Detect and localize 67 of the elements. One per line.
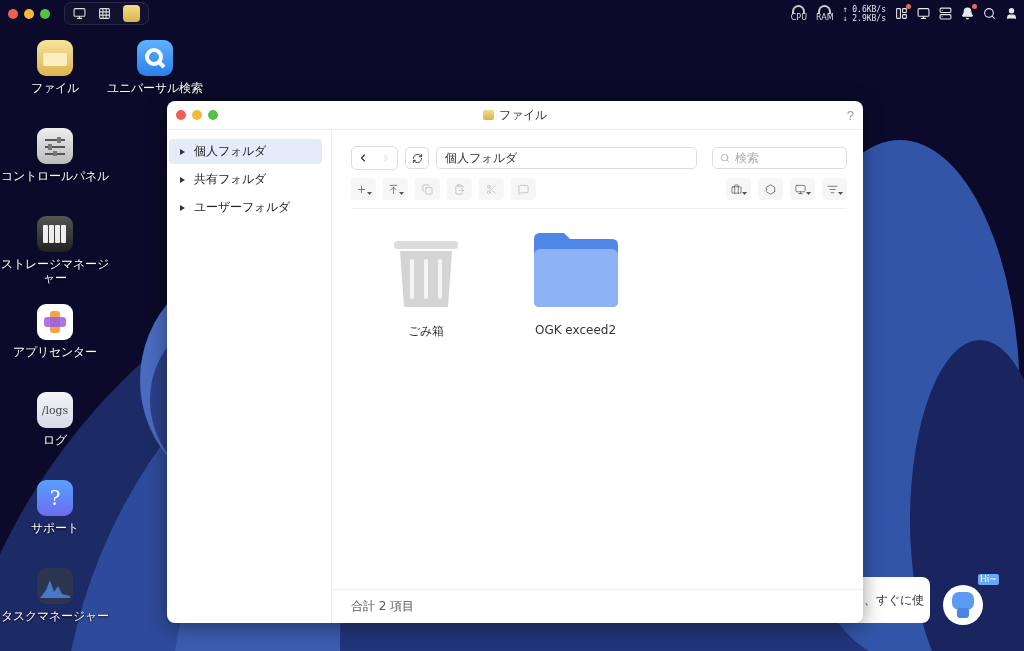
gauge-icon[interactable]	[818, 5, 832, 14]
monitor-icon[interactable]	[917, 7, 930, 20]
storage-app-icon[interactable]	[37, 216, 73, 252]
bell-icon[interactable]	[961, 7, 974, 20]
settings-button[interactable]	[758, 178, 783, 200]
app-label: アプリセンター	[12, 345, 98, 359]
caret-icon	[837, 192, 843, 195]
logs-app-icon[interactable]: /logs	[37, 392, 73, 428]
refresh-button[interactable]	[405, 147, 429, 169]
gauge-label: RAM	[816, 14, 834, 22]
desktop-icon[interactable]	[73, 7, 86, 20]
app-label: タスクマネージャー	[0, 609, 110, 623]
plus-icon	[355, 183, 367, 195]
window-title: ファイル	[499, 106, 547, 124]
briefcase-icon	[730, 183, 742, 195]
expand-icon[interactable]	[180, 176, 185, 183]
item-count: 合計 2 項目	[351, 598, 415, 615]
panel-icon[interactable]	[895, 7, 908, 20]
new-button[interactable]	[351, 178, 376, 200]
app-grid-icon[interactable]	[98, 7, 111, 20]
settings-icon	[765, 183, 776, 195]
caret-icon	[366, 192, 372, 195]
app-label: ユニバーサル検索	[106, 81, 204, 95]
search-icon[interactable]	[983, 7, 996, 20]
apps-app-icon[interactable]	[37, 304, 73, 340]
tasks-app-icon[interactable]	[37, 568, 73, 604]
window-controls[interactable]	[8, 8, 50, 19]
app-label: ストレージマネージャー	[0, 257, 110, 285]
upload-icon	[387, 183, 399, 195]
greeting-badge: Hi~	[978, 574, 999, 585]
server-icon[interactable]	[939, 7, 952, 20]
upload-button[interactable]	[383, 178, 408, 200]
view-button[interactable]	[790, 178, 815, 200]
briefcase-button[interactable]	[726, 178, 751, 200]
sort-icon	[826, 183, 838, 195]
sidebar-item[interactable]: 個人フォルダ	[169, 139, 322, 164]
refresh-icon	[411, 152, 423, 164]
scissors-icon	[486, 183, 497, 195]
caret-icon	[398, 192, 404, 195]
expand-icon[interactable]	[180, 204, 185, 211]
app-label: ログ	[42, 433, 68, 447]
caret-icon	[805, 192, 811, 195]
message-icon	[518, 183, 529, 195]
paste-icon	[454, 183, 465, 195]
app-label: サポート	[30, 521, 80, 535]
sidebar-item[interactable]: 共有フォルダ	[169, 167, 322, 192]
files-app-icon[interactable]	[123, 5, 140, 22]
user-icon[interactable]	[1005, 7, 1018, 20]
control-app-icon[interactable]	[37, 128, 73, 164]
file-name: OGK exceed2	[534, 323, 617, 337]
search-app-icon[interactable]	[137, 40, 173, 76]
sidebar-item[interactable]: ユーザーフォルダ	[169, 195, 322, 220]
monitor-icon	[794, 183, 806, 195]
search-icon	[720, 153, 730, 163]
file-name: ごみ箱	[407, 323, 444, 340]
sort-button[interactable]	[822, 178, 847, 200]
path-field[interactable]: 個人フォルダ	[436, 147, 697, 169]
folder-icon	[483, 110, 494, 120]
app-label: ファイル	[30, 81, 80, 95]
network-speed: ↑ 0.6KB/s ↓ 2.9KB/s	[842, 4, 886, 23]
copy-icon	[422, 183, 433, 195]
gauge-label: CPU	[790, 14, 808, 22]
gauge-icon[interactable]	[792, 5, 806, 14]
caret-icon	[741, 192, 747, 195]
expand-icon[interactable]	[180, 148, 185, 155]
files-app-icon[interactable]	[37, 40, 73, 76]
app-label: コントロールパネル	[0, 169, 110, 183]
